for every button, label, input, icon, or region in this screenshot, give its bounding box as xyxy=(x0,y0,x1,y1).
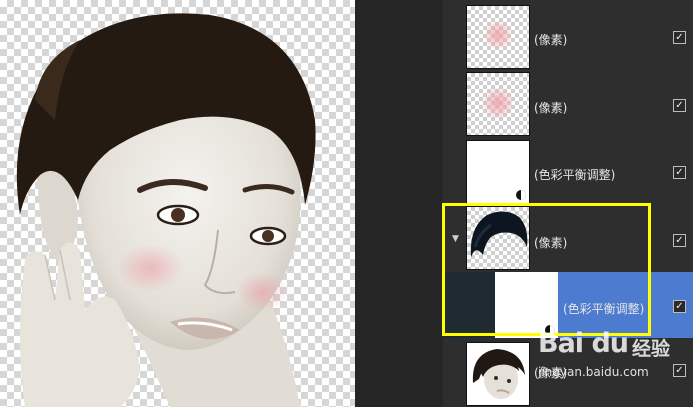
layer-row-selected[interactable]: (色彩平衡调整) ✓ xyxy=(443,272,693,339)
layer-name[interactable]: (像素) xyxy=(534,364,567,381)
visibility-checkbox[interactable]: ✓ xyxy=(673,166,686,179)
layer-name[interactable]: (色彩平衡调整) xyxy=(563,300,644,317)
visibility-checkbox[interactable]: ✓ xyxy=(673,364,686,377)
layer-row[interactable]: ▼ (像素) ✓ xyxy=(443,204,693,273)
visibility-checkbox[interactable]: ✓ xyxy=(673,31,686,44)
layer-thumbnail[interactable] xyxy=(466,72,530,136)
visibility-checkbox[interactable]: ✓ xyxy=(673,300,686,313)
layer-thumbnail[interactable] xyxy=(466,140,530,204)
portrait-preview xyxy=(472,349,525,399)
pink-pixels-preview xyxy=(483,87,513,119)
expand-triangle-icon[interactable]: ▼ xyxy=(452,234,459,244)
hair-mask-preview xyxy=(470,211,528,257)
layer-thumbnail[interactable] xyxy=(466,5,530,69)
layer-row[interactable]: (像素) ✓ xyxy=(443,70,693,139)
adjustment-layer-icon xyxy=(544,324,556,336)
layer-name[interactable]: (像素) xyxy=(534,99,567,116)
adjustment-layer-icon xyxy=(515,189,527,201)
layers-panel[interactable]: (像素) ✓ (像素) ✓ (色彩平衡调整) ✓ ▼ (像素) ✓ (色彩平衡调… xyxy=(443,0,693,407)
layer-thumbnail[interactable] xyxy=(466,342,530,406)
visibility-checkbox[interactable]: ✓ xyxy=(673,234,686,247)
layer-name[interactable]: (像素) xyxy=(534,31,567,48)
pink-pixels-preview xyxy=(485,20,511,50)
indent-strip xyxy=(443,272,495,338)
layer-thumbnail[interactable] xyxy=(495,272,558,338)
layer-thumbnail[interactable] xyxy=(466,206,530,270)
layer-row[interactable]: (色彩平衡调整) ✓ xyxy=(443,138,693,205)
document-canvas[interactable] xyxy=(0,0,355,407)
layer-row[interactable]: (像素) ✓ xyxy=(443,338,693,407)
layer-row[interactable]: (像素) ✓ xyxy=(443,0,693,71)
layer-name[interactable]: (色彩平衡调整) xyxy=(534,166,615,183)
layer-name[interactable]: (像素) xyxy=(534,234,567,251)
workspace-background xyxy=(355,0,443,407)
visibility-checkbox[interactable]: ✓ xyxy=(673,99,686,112)
portrait-image xyxy=(16,13,316,407)
